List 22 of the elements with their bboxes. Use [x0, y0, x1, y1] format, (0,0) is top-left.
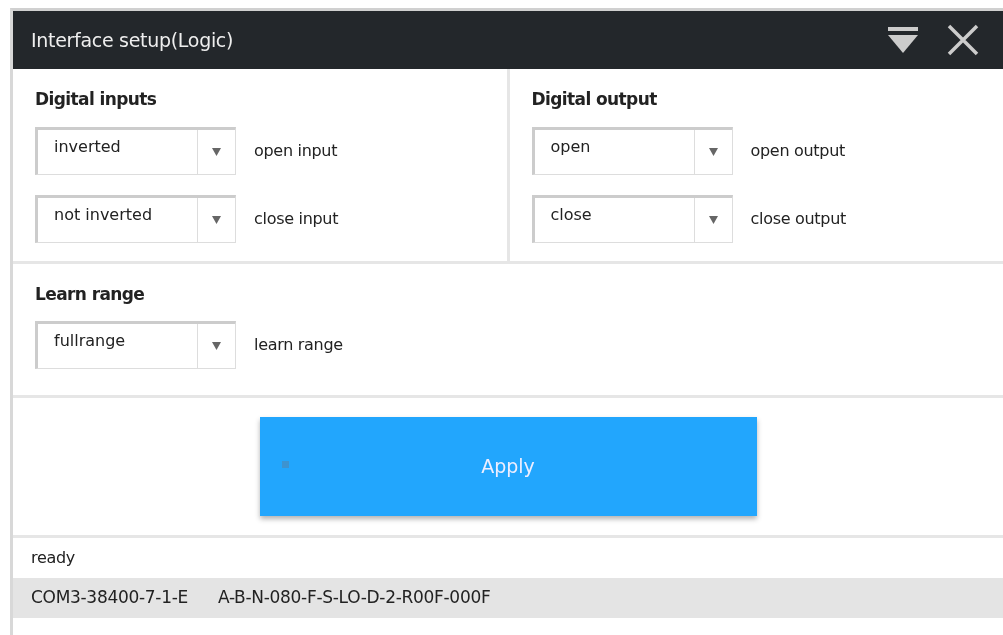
caret-icon	[708, 215, 718, 224]
dropdown[interactable]: not inverted	[35, 194, 236, 243]
group-title: Digital inputs	[35, 88, 158, 111]
group-title: Learn range	[35, 282, 146, 306]
field-label: close output	[750, 207, 846, 230]
status-text: ready	[31, 547, 75, 569]
field-label: open input	[254, 139, 338, 162]
dropdown[interactable]: close	[531, 194, 733, 243]
caret-icon	[212, 342, 221, 350]
caret-icon	[212, 215, 221, 224]
dropdown[interactable]: open	[531, 126, 733, 175]
port-settings: COM3-38400-7-1-E	[31, 586, 188, 610]
field-label: learn range	[254, 334, 343, 356]
caret-icon	[708, 147, 718, 156]
field-label: close input	[254, 207, 339, 230]
device-config: A-B-N-080-F-S-LO-D-2-R00F-000F	[217, 586, 491, 610]
dropdown[interactable]: inverted	[35, 126, 236, 175]
field-label: open output	[750, 139, 845, 162]
caret-icon	[212, 147, 221, 156]
dropdown[interactable]: fullrange	[35, 321, 236, 369]
group-title: Digital output	[531, 88, 658, 111]
window-title: Interface setup(Logic)	[31, 27, 235, 53]
